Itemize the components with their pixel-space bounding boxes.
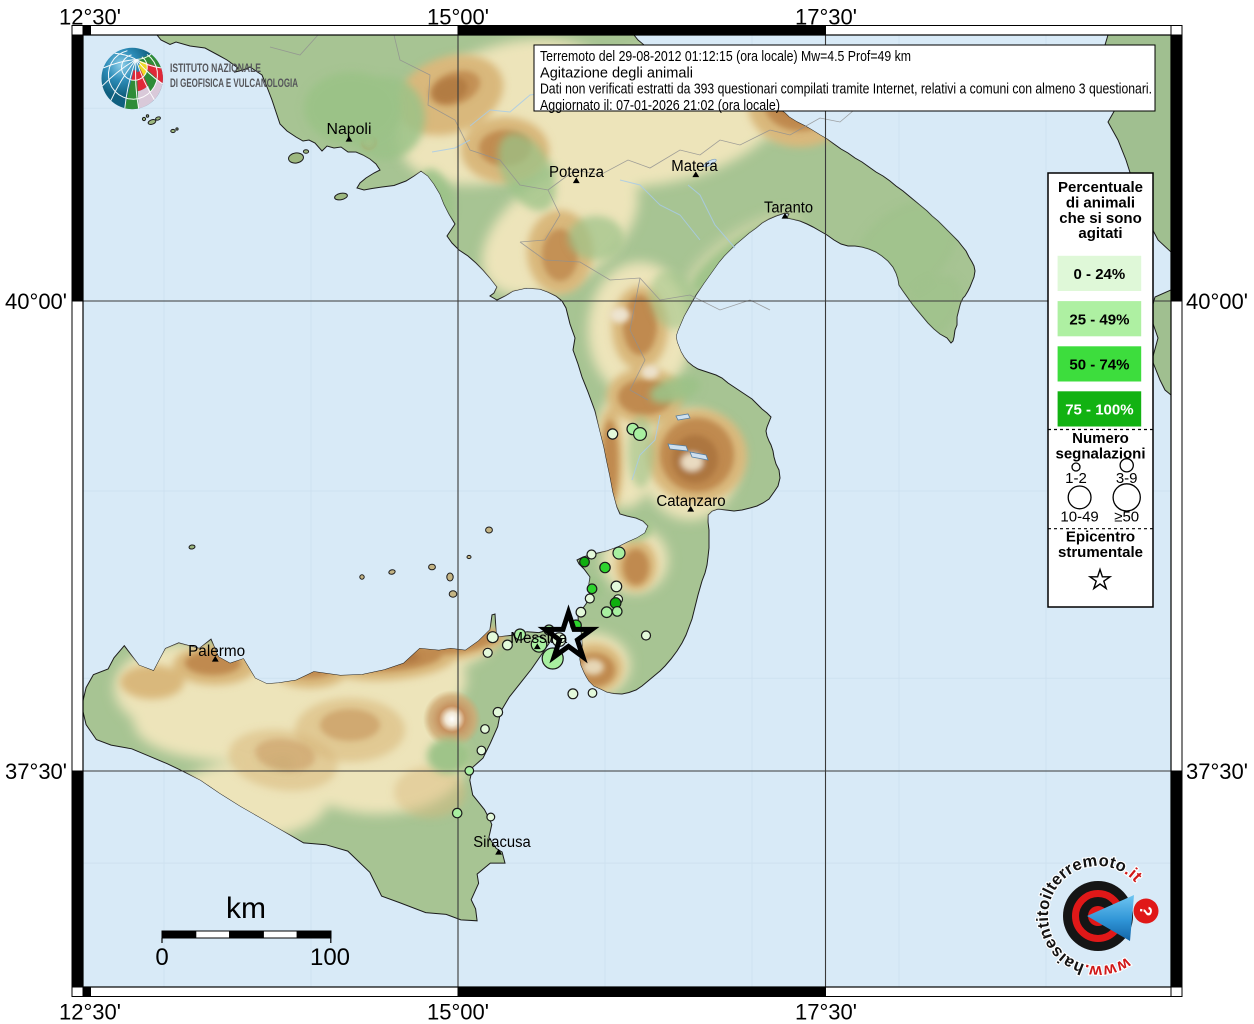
svg-text:15°00': 15°00' bbox=[427, 1000, 489, 1024]
svg-text:km: km bbox=[226, 892, 266, 925]
svg-text:37°30': 37°30' bbox=[1186, 759, 1248, 784]
svg-text:10-49: 10-49 bbox=[1060, 509, 1098, 526]
svg-text:Catanzaro: Catanzaro bbox=[656, 493, 725, 510]
svg-text:Palermo: Palermo bbox=[188, 643, 245, 660]
svg-text:Matera: Matera bbox=[671, 158, 718, 175]
svg-text:25 - 49%: 25 - 49% bbox=[1069, 311, 1129, 328]
svg-text:Dati non verificati estratti d: Dati non verificati estratti da 393 ques… bbox=[540, 81, 1152, 98]
svg-text:≥50: ≥50 bbox=[1114, 509, 1139, 526]
svg-text:40°00': 40°00' bbox=[1186, 289, 1248, 314]
svg-text:17°30': 17°30' bbox=[795, 1000, 857, 1024]
svg-text:segnalazioni: segnalazioni bbox=[1055, 445, 1145, 462]
svg-text:37°30': 37°30' bbox=[5, 759, 67, 784]
svg-text:Terremoto del 29-08-2012 01:12: Terremoto del 29-08-2012 01:12:15 (ora l… bbox=[540, 48, 911, 65]
svg-text:12°30': 12°30' bbox=[59, 5, 121, 30]
svg-text:DI GEOFISICA E VULCANOLOGIA: DI GEOFISICA E VULCANOLOGIA bbox=[170, 78, 298, 90]
svg-text:Potenza: Potenza bbox=[549, 164, 604, 181]
svg-text:100: 100 bbox=[310, 944, 350, 971]
svg-text:Siracusa: Siracusa bbox=[473, 834, 531, 851]
svg-text:0 - 24%: 0 - 24% bbox=[1074, 266, 1126, 283]
svg-text:15°00': 15°00' bbox=[427, 5, 489, 30]
svg-text:Taranto: Taranto bbox=[764, 200, 813, 217]
svg-text:75 - 100%: 75 - 100% bbox=[1065, 402, 1133, 419]
svg-text:Epicentro: Epicentro bbox=[1066, 528, 1135, 545]
svg-text:Aggiornato il: 07-01-2026 21:0: Aggiornato il: 07-01-2026 21:02 (ora loc… bbox=[540, 97, 780, 114]
svg-text:?: ? bbox=[1136, 905, 1156, 917]
svg-text:Napoli: Napoli bbox=[327, 121, 372, 138]
svg-text:Agitazione degli animali: Agitazione degli animali bbox=[540, 64, 693, 81]
svg-text:ISTITUTO NAZIONALE: ISTITUTO NAZIONALE bbox=[170, 63, 261, 75]
svg-text:50 - 74%: 50 - 74% bbox=[1069, 357, 1129, 374]
svg-text:1-2: 1-2 bbox=[1065, 470, 1087, 487]
svg-text:17°30': 17°30' bbox=[795, 5, 857, 30]
svg-text:12°30': 12°30' bbox=[59, 1000, 121, 1024]
svg-text:0: 0 bbox=[155, 944, 168, 971]
svg-text:40°00': 40°00' bbox=[5, 289, 67, 314]
svg-text:strumentale: strumentale bbox=[1058, 544, 1143, 561]
svg-text:agitati: agitati bbox=[1078, 225, 1122, 242]
